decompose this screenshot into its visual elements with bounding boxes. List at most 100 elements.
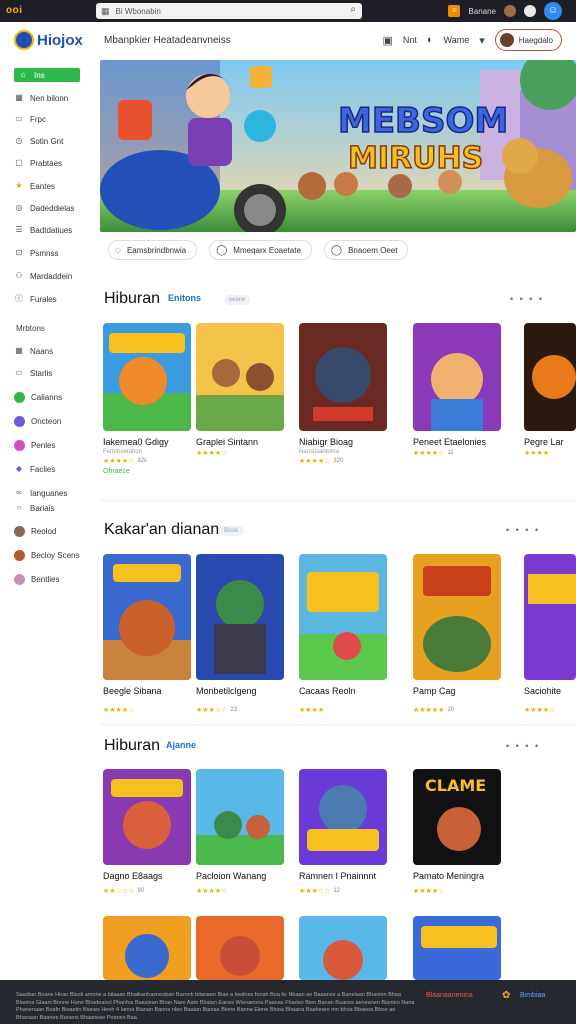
sidebar-item-label: Calianns	[31, 392, 63, 402]
search-bar[interactable]: ▦ Bi Wbonabin ⌕	[96, 3, 362, 19]
game-thumbnail[interactable]	[103, 323, 191, 431]
sidebar-item[interactable]: ▢ Prabtaes	[14, 156, 62, 170]
nav-link-1[interactable]: Nnt	[403, 35, 417, 45]
chip[interactable]: ◌ Eamsbrindbnwia	[108, 240, 198, 260]
sidebar-item[interactable]: ○ Bariais	[14, 501, 55, 515]
game-card[interactable]: Niabigr Bioag Nanstisantoma ★★★★☆ 320	[299, 323, 387, 465]
game-title[interactable]: Ramnen I Pnainnnt	[299, 871, 387, 881]
sidebar-item[interactable]: ◷ Sotin Gnt	[14, 134, 64, 148]
sidebar-item[interactable]: Becloy Scens	[14, 548, 79, 562]
sidebar-item[interactable]: Bentlies	[14, 572, 59, 586]
game-title[interactable]: Graplei Sintann	[196, 437, 284, 447]
sidebar-item[interactable]: ▭ Frpc	[14, 112, 46, 126]
chip[interactable]: ◯ Mmeqarx Eoaetate	[209, 240, 312, 260]
footer-link[interactable]: Bimbiaa	[520, 992, 545, 999]
game-title[interactable]: Pacloion Wanang	[196, 871, 284, 881]
sidebar-item[interactable]: ▦ Naans	[14, 344, 53, 358]
game-thumbnail[interactable]	[299, 916, 387, 980]
rating-stars: ★★★☆☆	[299, 888, 331, 895]
game-thumbnail[interactable]	[413, 323, 501, 431]
game-thumbnail[interactable]	[103, 554, 191, 680]
game-thumbnail[interactable]	[299, 554, 387, 680]
game-thumbnail[interactable]	[299, 323, 387, 431]
game-title[interactable]: Saciohite	[524, 686, 576, 696]
game-title[interactable]: Pamp Cag	[413, 686, 501, 696]
game-card[interactable]: Peneet Etaelonies ★★★★☆ 11	[413, 323, 501, 457]
game-title[interactable]: Beegle Sibana	[103, 686, 191, 696]
game-title[interactable]: Pegre Lar	[524, 437, 576, 447]
settings-icon[interactable]: ✿	[502, 990, 510, 1001]
sidebar-item[interactable]: Oncteon	[14, 414, 61, 428]
game-title[interactable]: Pamato Meningra	[413, 871, 501, 881]
game-title[interactable]: Peneet Etaelonies	[413, 437, 501, 447]
topbar-logo[interactable]: ooi	[6, 5, 23, 16]
section-nav[interactable]: • • • •	[506, 525, 540, 535]
footer-link[interactable]: Blaanaanenina	[426, 992, 473, 999]
game-title[interactable]: Niabigr Bioag	[299, 437, 387, 447]
game-thumbnail[interactable]	[413, 554, 501, 680]
game-rating: ★★★☆☆ 12	[299, 887, 387, 895]
nav-link-2[interactable]: Wame	[444, 35, 470, 45]
game-card[interactable]: Pacloion Wanang ★★★★☆	[196, 769, 284, 895]
notification-icon[interactable]: ≡	[448, 5, 461, 17]
green-dot-icon	[14, 391, 25, 403]
game-title[interactable]: Iakemea0 Gdigy	[103, 437, 191, 447]
game-title[interactable]: Cacaas Reoln	[299, 686, 387, 696]
game-card[interactable]: Monbetilclgeng ★★★☆☆ 23	[196, 554, 284, 714]
sidebar-item[interactable]: ◎ Dadeddielas	[14, 201, 75, 215]
game-thumbnail[interactable]	[196, 769, 284, 865]
game-card[interactable]: Dagno E8aags ★★☆☆☆ 90	[103, 769, 191, 895]
site-logo[interactable]: Hiojox	[14, 30, 83, 50]
sidebar-item[interactable]: ▭ Starlis	[14, 366, 52, 380]
game-thumbnail[interactable]	[524, 323, 576, 431]
globe-icon[interactable]: ◐	[427, 34, 434, 46]
search-input[interactable]: Bi Wbonabin	[116, 7, 161, 16]
game-thumbnail[interactable]: CLAME	[413, 769, 501, 865]
sidebar-item[interactable]: ◆ Faclies	[14, 462, 55, 476]
chevron-down-icon[interactable]: ▾	[479, 34, 485, 47]
sidebar-item[interactable]: ⚇ Mardaddein	[14, 269, 72, 283]
game-card[interactable]: Saciohite ★★★★☆	[524, 554, 576, 714]
game-thumbnail[interactable]	[196, 916, 284, 980]
game-thumbnail[interactable]	[103, 916, 191, 980]
game-card[interactable]: Cacaas Reoln ★★★★	[299, 554, 387, 714]
game-thumbnail[interactable]	[196, 554, 284, 680]
avatar-icon[interactable]	[504, 5, 516, 17]
section-nav[interactable]: • • • •	[510, 294, 544, 304]
game-title[interactable]: Dagno E8aags	[103, 871, 191, 881]
section-nav[interactable]: • • • •	[506, 741, 540, 751]
game-card[interactable]: Ramnen I Pnainnnt ★★★☆☆ 12	[299, 769, 387, 895]
sidebar-item[interactable]: Penles	[14, 438, 55, 452]
sidebar-item[interactable]: Calianns	[14, 390, 62, 404]
settings-icon[interactable]	[524, 5, 536, 17]
sidebar-item-active[interactable]: ⌂ Ins	[14, 68, 80, 82]
sidebar-item[interactable]: Reolod	[14, 524, 56, 538]
sidebar-item[interactable]: ★ Eantes	[14, 179, 55, 193]
gift-icon[interactable]: ▣	[382, 34, 392, 47]
game-card[interactable]: Graplei Sintann ★★★★☆	[196, 323, 284, 457]
game-card[interactable]: Pamp Cag ★★★★★ 20	[413, 554, 501, 714]
game-thumbnail[interactable]	[196, 323, 284, 431]
game-card[interactable]: CLAME Pamato Meningra ★★★★☆	[413, 769, 501, 895]
sidebar-item[interactable]: ☰ Badtdatiues	[14, 223, 72, 237]
game-card[interactable]: Pegre Lar ★★★★	[524, 323, 576, 457]
sidebar-item[interactable]: ⊡ Psmnss	[14, 246, 59, 260]
game-thumbnail[interactable]	[103, 769, 191, 865]
game-card[interactable]: Beegle Sibana ★★★★☆	[103, 554, 191, 714]
profile-icon[interactable]: ☺	[544, 2, 562, 20]
user-label[interactable]: Banane	[468, 7, 496, 16]
hero-banner[interactable]: MEBSOM MIRUHS	[100, 60, 576, 232]
section-tag[interactable]: Ajanne	[166, 740, 196, 750]
sidebar-item[interactable]: ▦ Nen bilonn	[14, 91, 68, 105]
game-thumbnail[interactable]	[524, 554, 576, 680]
sidebar-item[interactable]: ∞ Ianguanes	[14, 486, 67, 500]
section-tag[interactable]: Enitons	[168, 293, 201, 303]
sidebar-item[interactable]: ⓘ Furales	[14, 292, 57, 306]
game-title[interactable]: Monbetilclgeng	[196, 686, 284, 696]
game-thumbnail[interactable]	[413, 916, 501, 980]
profile-button[interactable]: Haegdalo	[494, 29, 562, 51]
game-card[interactable]: Iakemea0 Gdigy Fertoncerahon ★★★★☆ 32ii O…	[103, 323, 191, 475]
game-thumbnail[interactable]	[299, 769, 387, 865]
chip[interactable]: ◯ Bnaoem Oeet	[323, 240, 409, 260]
search-icon[interactable]: ⌕	[350, 4, 356, 15]
